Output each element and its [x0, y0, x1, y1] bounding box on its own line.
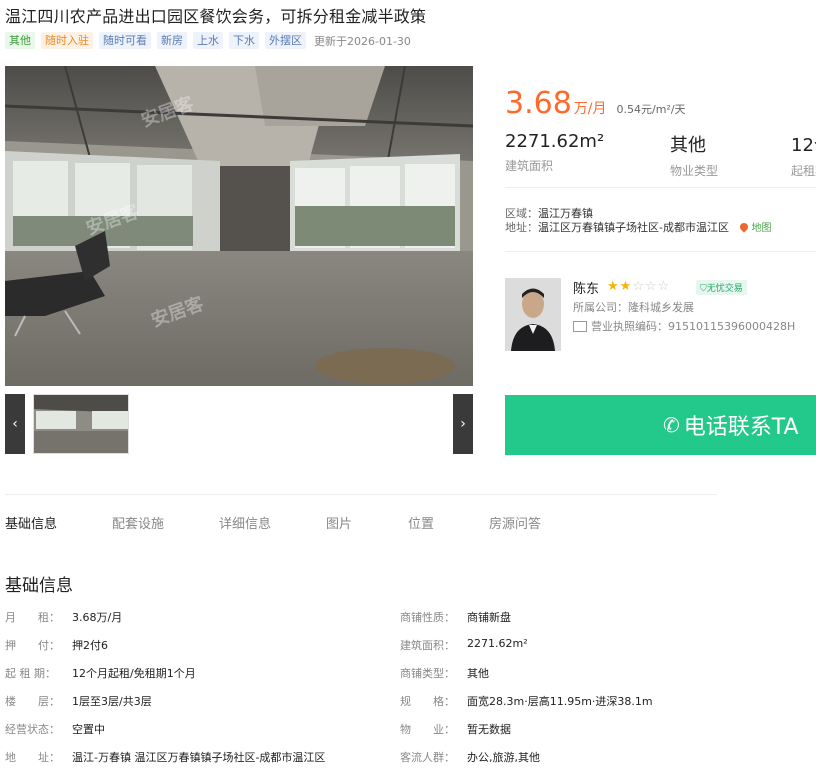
tag-new: 新房 [157, 32, 187, 49]
tab-details[interactable]: 详细信息 [219, 513, 271, 532]
info-label: 经营状态： [5, 723, 60, 736]
avatar[interactable] [505, 278, 561, 351]
section-title: 基础信息 [5, 576, 73, 596]
address-label: 地址： [505, 221, 538, 234]
shield-icon: ⛉ [700, 284, 707, 294]
agent-name[interactable]: 陈东 [573, 278, 599, 297]
tab-facilities[interactable]: 配套设施 [112, 513, 164, 532]
stat-lease-label: 起租期 [791, 164, 816, 178]
info-value: 押2付6 [72, 639, 108, 652]
call-agent-label: 电话联系TA [683, 415, 799, 440]
chevron-left-icon: ‹ [12, 416, 18, 432]
stat-area-value: 2271.62m² [505, 131, 605, 152]
info-label: 起 租 期： [5, 667, 56, 680]
tab-location[interactable]: 位置 [408, 513, 434, 532]
tabs-divider [5, 494, 717, 495]
updated-date: 更新于2026-01-30 [314, 34, 411, 48]
photo-thumbnail[interactable] [33, 394, 129, 454]
price-unit: 万/月 [573, 101, 607, 117]
info-label: 物 业： [400, 723, 455, 736]
info-value: 空置中 [72, 723, 105, 736]
price-value: 3.68 [505, 86, 572, 121]
map-link-label: 地图 [751, 223, 772, 234]
map-link[interactable]: 地图 [738, 221, 772, 234]
phone-icon: ✆ [663, 413, 680, 437]
info-value: 办公,旅游,其他 [467, 751, 540, 764]
tag-viewing: 随时可看 [99, 32, 151, 49]
address-row: 地址：温江区万春镇镇子场社区-成都市温江区 地图 [505, 219, 771, 235]
agent-company: 所属公司：隆科城乡发展 [573, 301, 694, 314]
price-per-sqm: 0.54元/m²/天 [616, 103, 686, 116]
trust-badge: ⛉无忧交易 [696, 280, 747, 295]
info-value: 其他 [467, 667, 489, 680]
info-label: 地 址： [5, 751, 60, 764]
license-icon [573, 320, 587, 332]
stat-type: 其他 物业类型 [670, 131, 718, 179]
page-title: 温江四川农产品进出口园区餐饮会务，可拆分租金减半政策 [5, 7, 427, 26]
tab-photos[interactable]: 图片 [326, 513, 352, 532]
star-filled-icon: ★ [619, 279, 633, 294]
chevron-right-icon: › [460, 416, 466, 432]
stat-area-label: 建筑面积 [505, 159, 554, 173]
divider [505, 187, 816, 188]
info-value: 12个月起租/免租期1个月 [72, 667, 196, 680]
info-value: 1层至3层/共3层 [72, 695, 152, 708]
stat-lease: 12个 起租期 [791, 131, 816, 179]
info-label: 商铺类型： [400, 667, 455, 680]
divider [505, 251, 816, 252]
info-label: 建筑面积： [400, 639, 455, 652]
star-filled-icon: ★ [607, 279, 620, 294]
main-photo[interactable]: 安居客 安居客 安居客 [5, 66, 473, 386]
info-value: 3.68万/月 [72, 611, 123, 624]
agent-rating: ★★☆☆☆ [607, 279, 670, 294]
tag-move-in: 随时入驻 [41, 32, 93, 49]
star-empty-icon: ☆ [657, 279, 671, 294]
tag-water-supply: 上水 [193, 32, 223, 49]
agent-license-text: 营业执照编码：91510115396000428H [591, 320, 796, 333]
star-empty-icon: ☆ [644, 279, 658, 294]
next-photo-button[interactable]: › [453, 394, 473, 454]
call-agent-button[interactable]: ✆ 电话联系TA [505, 395, 816, 455]
stat-type-value: 其他 [670, 135, 706, 156]
tag-list: 其他 随时入驻 随时可看 新房 上水 下水 外摆区 更新于2026-01-30 [5, 32, 411, 49]
info-label: 押 付： [5, 639, 60, 652]
info-label: 楼 层： [5, 695, 60, 708]
thumbnail-image [34, 395, 128, 453]
tag-outdoor-area: 外摆区 [265, 32, 306, 49]
agent-license: 营业执照编码：91510115396000428H [573, 318, 795, 334]
info-value: 2271.62m² [467, 637, 528, 650]
office-interior-image [5, 66, 473, 386]
price-block: 3.68 万/月 0.54元/m²/天 [505, 86, 686, 121]
info-label: 规 格： [400, 695, 455, 708]
trust-badge-label: 无忧交易 [706, 284, 743, 294]
tag-type: 其他 [5, 32, 35, 49]
map-pin-icon [738, 221, 751, 233]
info-label: 客流人群： [400, 751, 455, 764]
info-value: 温江-万春镇 温江区万春镇镇子场社区-成都市温江区 [72, 751, 326, 764]
prev-photo-button[interactable]: ‹ [5, 394, 25, 454]
tab-qa[interactable]: 房源问答 [489, 513, 541, 532]
address-value: 温江区万春镇镇子场社区-成都市温江区 [538, 221, 729, 234]
info-label: 商铺性质： [400, 611, 455, 624]
star-empty-icon: ☆ [632, 279, 645, 294]
info-value: 暂无数据 [467, 723, 511, 736]
stat-lease-value: 12个 [791, 135, 816, 156]
stat-area: 2271.62m² 建筑面积 [505, 131, 604, 174]
agent-photo [505, 278, 561, 351]
stat-type-label: 物业类型 [670, 164, 719, 178]
info-value: 面宽28.3m·层高11.95m·进深38.1m [467, 695, 653, 708]
tag-drainage: 下水 [229, 32, 259, 49]
info-label: 月 租： [5, 611, 60, 624]
tab-basic-info[interactable]: 基础信息 [5, 513, 57, 532]
info-value: 商铺新盘 [467, 611, 511, 624]
